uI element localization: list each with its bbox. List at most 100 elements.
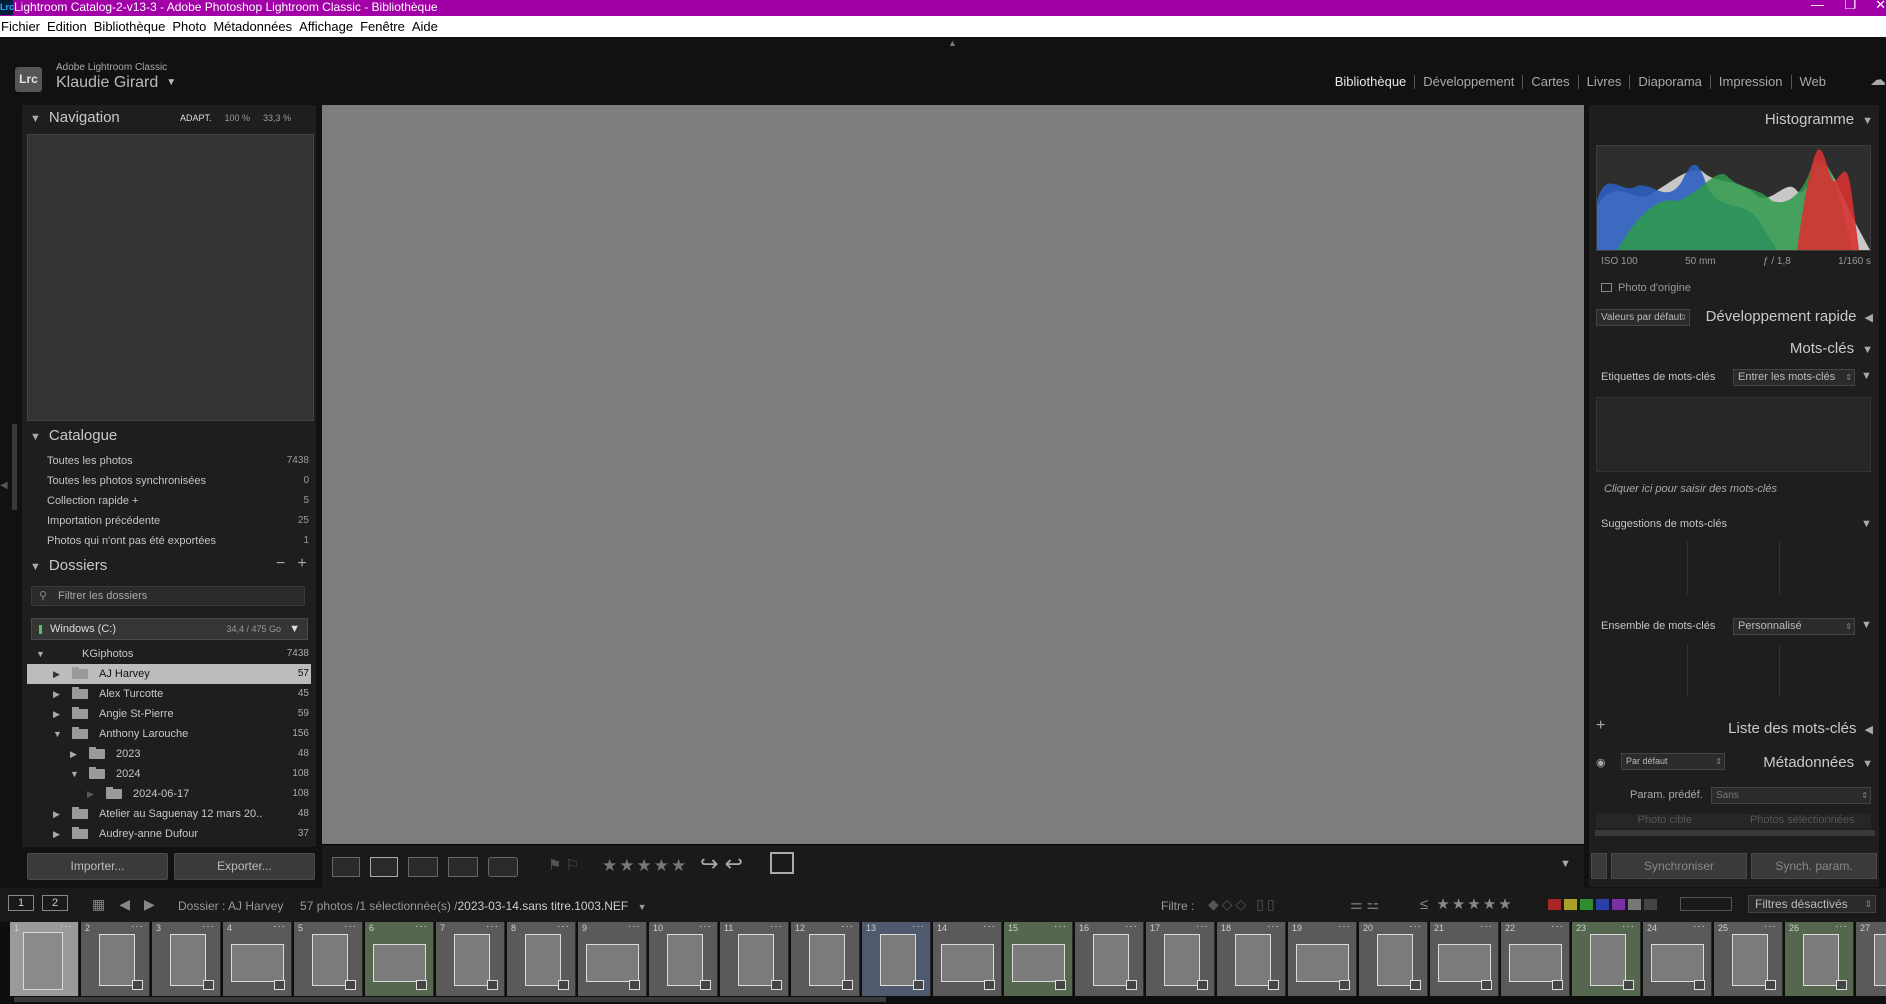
- triangle-down-icon[interactable]: ▼: [70, 764, 79, 784]
- histogram-graph[interactable]: [1596, 145, 1871, 251]
- catalog-item[interactable]: Importation précédente 25: [47, 511, 309, 531]
- more-icon[interactable]: ···: [1196, 921, 1209, 932]
- add-folder-icon[interactable]: +: [297, 555, 306, 573]
- metadata-selected-option[interactable]: Photos sélectionnées: [1734, 814, 1872, 828]
- color-filter-red[interactable]: [1548, 899, 1561, 910]
- more-icon[interactable]: ···: [1622, 921, 1635, 932]
- filmstrip-cell[interactable]: 24 ···: [1643, 921, 1712, 996]
- filmstrip-cell[interactable]: 17 ···: [1146, 921, 1215, 996]
- filmstrip-cell[interactable]: 27···: [1856, 922, 1886, 996]
- catalog-item[interactable]: Collection rapide + 5: [47, 491, 309, 511]
- more-icon[interactable]: ···: [60, 921, 73, 932]
- filmstrip-cell[interactable]: 12 ···: [791, 921, 860, 996]
- filmstrip-cell[interactable]: 13 ···: [862, 921, 931, 996]
- metadata-header[interactable]: Métadonnées ▼: [1763, 754, 1873, 771]
- color-filter-green[interactable]: [1580, 899, 1593, 910]
- triangle-right-icon[interactable]: ▶: [70, 744, 77, 764]
- module-bibliotheque[interactable]: Bibliothèque: [1327, 75, 1415, 89]
- more-icon[interactable]: ···: [912, 921, 925, 932]
- filmstrip-cell[interactable]: 7 ···: [436, 921, 505, 996]
- menu-fenetre[interactable]: Fenêtre: [359, 16, 411, 37]
- filmstrip-scrollbar[interactable]: [14, 997, 886, 1002]
- folder-node[interactable]: ▶ 2023 48: [27, 744, 311, 764]
- more-icon[interactable]: ···: [628, 921, 641, 932]
- triangle-right-icon[interactable]: ▶: [53, 704, 60, 724]
- keyword-list-header[interactable]: Liste des mots-clés ◀: [1728, 720, 1873, 737]
- keyword-tags-area[interactable]: [1596, 397, 1871, 472]
- more-icon[interactable]: ···: [770, 921, 783, 932]
- more-icon[interactable]: ···: [1835, 921, 1848, 932]
- metadata-preset-select[interactable]: Par défaut ⇕: [1621, 753, 1725, 770]
- module-web[interactable]: Web: [1790, 75, 1835, 89]
- metadata-target-option[interactable]: Photo cible: [1596, 814, 1734, 828]
- filmstrip-cell[interactable]: 8 ···: [507, 921, 576, 996]
- folders-header[interactable]: ▼ Dossiers: [22, 555, 316, 577]
- quick-develop-preset-select[interactable]: Valeurs par défaut ⇕: [1596, 309, 1690, 326]
- color-filter-other[interactable]: [1628, 899, 1641, 910]
- triangle-right-icon[interactable]: ▶: [53, 664, 60, 684]
- module-cartes[interactable]: Cartes: [1522, 75, 1577, 89]
- filmstrip-cell[interactable]: 26 ···: [1785, 921, 1854, 996]
- module-impression[interactable]: Impression: [1709, 75, 1791, 89]
- module-diaporama[interactable]: Diaporama: [1629, 75, 1710, 89]
- arrow-right-icon[interactable]: ▶: [144, 896, 155, 913]
- triangle-down-icon[interactable]: ▼: [36, 644, 45, 664]
- keyword-set-select[interactable]: Personnalisé ⇕: [1733, 618, 1855, 635]
- more-icon[interactable]: ···: [1480, 921, 1493, 932]
- folder-node[interactable]: ▼ Anthony Larouche 156: [27, 724, 311, 744]
- more-icon[interactable]: ···: [1125, 921, 1138, 932]
- sync-settings-button[interactable]: Synch. param.: [1751, 853, 1877, 879]
- folder-node[interactable]: ▶ 2024-06-17 108: [27, 784, 311, 804]
- filmstrip-cell[interactable]: 15 ···: [1004, 921, 1073, 996]
- user-name[interactable]: Klaudie Girard ▼: [56, 74, 176, 92]
- more-icon[interactable]: ···: [273, 921, 286, 932]
- triangle-right-icon[interactable]: ▶: [53, 824, 60, 844]
- more-icon[interactable]: ···: [131, 921, 144, 932]
- more-icon[interactable]: ···: [1693, 921, 1706, 932]
- more-icon[interactable]: ···: [699, 921, 712, 932]
- primary-window-button[interactable]: 1: [8, 895, 34, 911]
- flag-filter-icons[interactable]: ◆◇◇ ▯▯: [1208, 896, 1278, 913]
- keyword-entry-hint[interactable]: Cliquer ici pour saisir des mots-clés: [1596, 483, 1871, 495]
- export-button[interactable]: Exporter...: [174, 853, 315, 880]
- catalog-item[interactable]: Photos qui n'ont pas été exportées 1: [47, 531, 309, 551]
- cloud-icon[interactable]: ☁: [1870, 70, 1886, 90]
- arrow-left-icon[interactable]: ◀: [119, 896, 130, 913]
- keyword-tags-select[interactable]: Entrer les mots-clés ⇕: [1733, 369, 1855, 386]
- secondary-window-button[interactable]: 2: [42, 895, 68, 911]
- menu-fichier[interactable]: Fichier: [0, 16, 46, 37]
- compare-view-icon[interactable]: [408, 857, 438, 877]
- menu-photo[interactable]: Photo: [171, 16, 212, 37]
- grid-view-icon[interactable]: [332, 857, 360, 877]
- import-button[interactable]: Importer...: [27, 853, 168, 880]
- minimize-icon[interactable]: —: [1811, 0, 1824, 12]
- close-icon[interactable]: ✕: [1875, 0, 1886, 12]
- filter-preset-select[interactable]: Filtres désactivés ⇕: [1748, 895, 1876, 913]
- filmstrip-cell[interactable]: 14 ···: [933, 921, 1002, 996]
- loupe-view-icon[interactable]: [370, 857, 398, 877]
- flag-icons[interactable]: ⚑ ⚐: [548, 856, 579, 874]
- loupe-view[interactable]: [322, 105, 1584, 844]
- volume-row[interactable]: Windows (C:) 34,4 / 475 Go ▼: [31, 618, 308, 640]
- catalog-item[interactable]: Toutes les photos 7438: [47, 451, 309, 471]
- filter-preset-icons[interactable]: [1680, 897, 1732, 911]
- triangle-down-icon[interactable]: ▼: [289, 619, 300, 639]
- color-filter-yellow[interactable]: [1564, 899, 1577, 910]
- metadata-param-select[interactable]: Sans ⇕: [1711, 787, 1871, 804]
- color-filter-blue[interactable]: [1596, 899, 1609, 910]
- triangle-down-icon[interactable]: ▼: [1861, 370, 1872, 382]
- add-keyword-icon[interactable]: +: [1596, 717, 1605, 735]
- toolbar-menu-icon[interactable]: ▼: [1560, 858, 1571, 870]
- folder-node-selected[interactable]: ▶ AJ Harvey 57: [27, 664, 311, 684]
- crop-icon[interactable]: [770, 852, 794, 874]
- folder-node[interactable]: ▼ KGiphotos 7438: [27, 644, 311, 664]
- filmstrip-cell[interactable]: 2 ···: [81, 921, 150, 996]
- menu-bibliotheque[interactable]: Bibliothèque: [93, 16, 172, 37]
- more-icon[interactable]: ···: [1409, 921, 1422, 932]
- menu-aide[interactable]: Aide: [411, 16, 444, 37]
- left-panel-scrollbar[interactable]: [12, 424, 17, 510]
- histogram-header[interactable]: Histogramme ▼: [1765, 111, 1873, 128]
- filmstrip-cell[interactable]: 3 ···: [152, 921, 221, 996]
- collapse-top-icon[interactable]: ▲: [948, 38, 957, 48]
- filmstrip-cell[interactable]: 25 ···: [1714, 921, 1783, 996]
